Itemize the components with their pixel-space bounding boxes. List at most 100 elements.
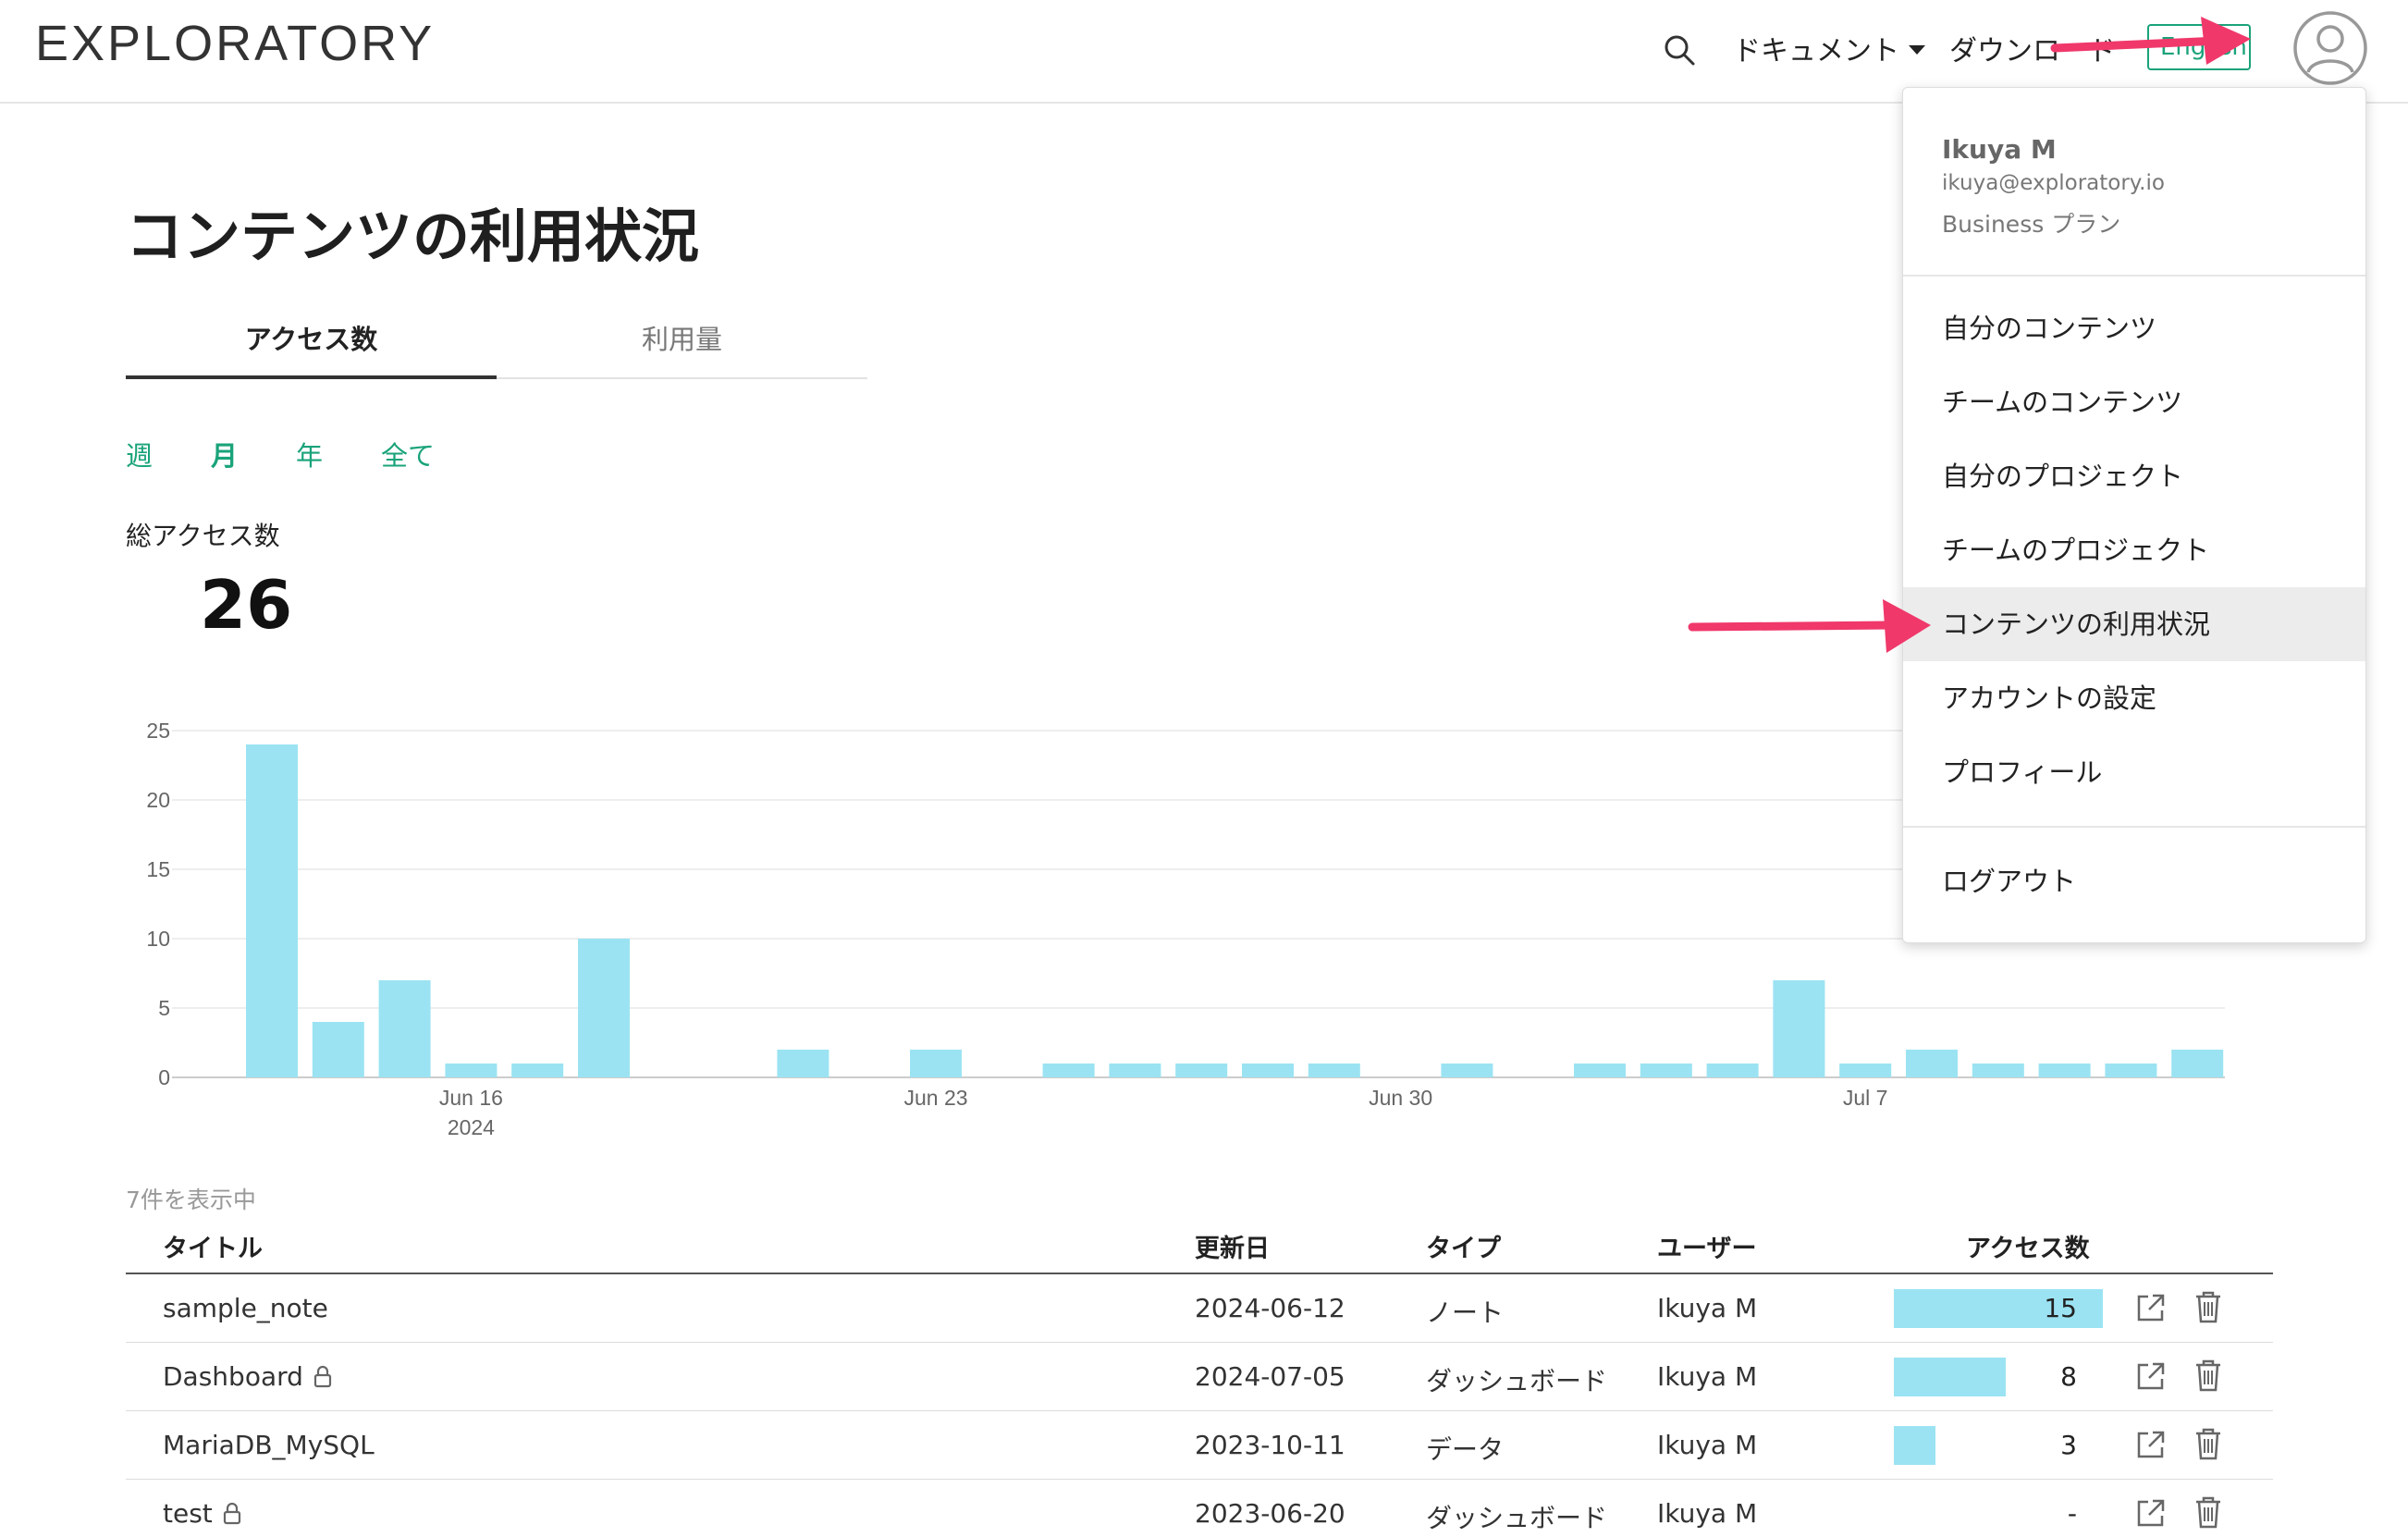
row-updated: 2024-07-05 [1195,1361,1345,1392]
access-bar [1894,1426,1935,1465]
table-row[interactable]: Dashboard 2024-07-05 ダッシュボード Ikuya M 8 [126,1343,2273,1411]
table-header: タイトル 更新日 タイプ ユーザー アクセス数 [126,1217,2273,1274]
dropdown-user-email: ikuya@exploratory.io [1942,171,2165,195]
header-updated[interactable]: 更新日 [1195,1228,1270,1264]
chart-bar[interactable] [445,1064,498,1077]
y-tick-label: 20 [146,788,170,812]
row-title-cell[interactable]: MariaDB_MySQL [163,1430,375,1460]
y-tick-label: 0 [158,1065,170,1089]
external-link-icon[interactable] [2134,1291,2168,1324]
logout-menu-item[interactable]: ログアウト [1903,844,2365,918]
header-title[interactable]: タイトル [163,1228,263,1264]
external-link-icon[interactable] [2134,1359,2168,1393]
language-button[interactable]: English [2147,24,2251,70]
chart-bar[interactable] [378,980,431,1077]
period-selector: 週 月 年 全て [126,435,466,473]
chart-bar[interactable] [1308,1064,1360,1077]
external-link-icon[interactable] [2134,1428,2168,1461]
row-access-count: 15 [2044,1293,2077,1323]
chart-bar[interactable] [1706,1064,1759,1077]
table-row[interactable]: sample_note 2024-06-12 ノート Ikuya M 15 [126,1274,2273,1343]
row-title-cell[interactable]: Dashboard [163,1361,333,1392]
row-user: Ikuya M [1657,1430,1758,1460]
row-updated: 2023-06-20 [1195,1498,1345,1529]
table-row[interactable]: MariaDB_MySQL 2023-10-11 データ Ikuya M 3 [126,1411,2273,1480]
arrow-to-menu-item [1688,621,1900,632]
dropdown-item[interactable]: チームのプロジェクト [1903,513,2365,587]
trash-icon[interactable] [2193,1358,2223,1393]
download-link[interactable]: ダウンロード [1949,28,2116,68]
row-type: ノート [1426,1297,1505,1328]
trash-icon[interactable] [2193,1494,2223,1530]
chart-bar[interactable] [1972,1064,2024,1077]
dropdown-item[interactable]: 自分のコンテンツ [1903,291,2365,365]
period-all[interactable]: 全て [381,435,466,473]
dropdown-item[interactable]: チームのコンテンツ [1903,365,2365,439]
period-year[interactable]: 年 [296,435,381,473]
row-title[interactable]: test [163,1498,213,1529]
table-body: sample_note 2024-06-12 ノート Ikuya M 15 Dashboa… [126,1274,2273,1537]
chart-bar[interactable] [578,939,630,1077]
row-access-count: 8 [2060,1361,2077,1392]
user-dropdown-menu: Ikuya M ikuya@exploratory.io Business プラ… [1902,87,2366,943]
chart-bar[interactable] [1773,980,1825,1077]
logo[interactable]: EXPLORATORY [35,15,435,72]
chart-bar[interactable] [2038,1064,2091,1077]
chart-bar[interactable] [1109,1064,1161,1077]
lock-icon [313,1365,332,1388]
chart-bar[interactable] [1175,1064,1228,1077]
row-title-cell[interactable]: test [163,1498,242,1529]
row-title[interactable]: MariaDB_MySQL [163,1430,375,1460]
dropdown-divider [1903,275,2365,277]
header-type[interactable]: タイプ [1426,1228,1501,1264]
row-type: ダッシュボード [1426,1366,1608,1396]
chart-bar[interactable] [511,1064,564,1077]
dropdown-item[interactable]: コンテンツの利用状況 [1903,587,2365,661]
chart-bar[interactable] [1574,1064,1626,1077]
table-row[interactable]: test 2023-06-20 ダッシュボード Ikuya M - [126,1480,2273,1537]
total-access-value: 26 [200,566,293,644]
trash-icon[interactable] [2193,1426,2223,1461]
dropdown-user-plan: Business プラン [1942,211,2121,238]
chart-bar[interactable] [777,1050,829,1077]
page-title: コンテンツの利用状況 [126,203,700,270]
header-user[interactable]: ユーザー [1657,1228,1756,1264]
tab-usage[interactable]: 利用量 [497,314,867,379]
chart-bar[interactable] [1441,1064,1493,1077]
chart-bar[interactable] [1042,1064,1095,1077]
row-title[interactable]: sample_note [163,1293,328,1323]
chart-bar[interactable] [910,1050,962,1077]
chart-bar[interactable] [2105,1064,2157,1077]
access-bar [1894,1358,2006,1396]
row-title[interactable]: Dashboard [163,1361,303,1392]
x-tick-sublabel: 2024 [448,1115,495,1139]
trash-icon[interactable] [2193,1289,2223,1324]
period-month[interactable]: 月 [211,435,296,473]
chart-bar[interactable] [1640,1064,1692,1077]
dropdown-item[interactable]: 自分のプロジェクト [1903,439,2365,513]
chart-bar[interactable] [1906,1050,1958,1077]
total-access-label: 総アクセス数 [126,521,280,551]
chart-bar[interactable] [2171,1050,2224,1077]
dropdown-item[interactable]: プロフィール [1903,735,2365,809]
user-avatar-icon[interactable] [2291,9,2369,87]
tab-bar: アクセス数 利用量 [126,314,867,379]
chart-bar[interactable] [246,744,298,1077]
x-tick-label: Jul 7 [1843,1086,1888,1110]
chart-bar[interactable] [1839,1064,1892,1077]
row-title-cell[interactable]: sample_note [163,1293,328,1323]
search-icon[interactable] [1661,31,1698,68]
period-week[interactable]: 週 [126,435,211,473]
chart-bar[interactable] [1242,1064,1294,1077]
external-link-icon[interactable] [2134,1496,2168,1530]
row-user: Ikuya M [1657,1361,1758,1392]
docs-menu[interactable]: ドキュメント [1733,28,1925,68]
result-count: 7件を表示中 [126,1187,256,1213]
header-access[interactable]: アクセス数 [1966,1228,2090,1264]
row-type: ダッシュボード [1426,1503,1608,1533]
dropdown-item[interactable]: アカウントの設定 [1903,661,2365,735]
tab-access-count[interactable]: アクセス数 [126,314,497,379]
chart-bar[interactable] [312,1022,364,1077]
x-tick-label: Jun 23 [903,1086,967,1110]
y-tick-label: 25 [146,719,170,743]
